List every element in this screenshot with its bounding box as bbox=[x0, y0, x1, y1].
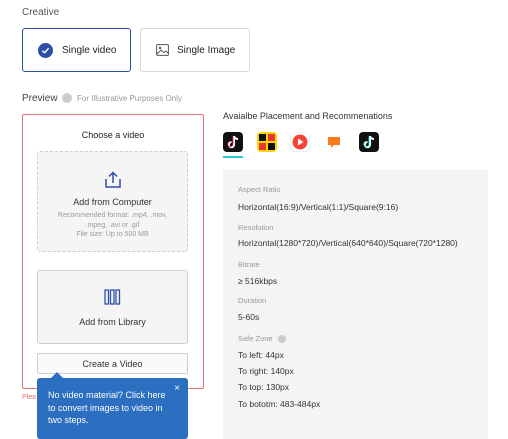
tiktok-icon bbox=[223, 132, 243, 152]
single-video-option[interactable]: Single video bbox=[22, 28, 131, 72]
news-republic-icon bbox=[324, 132, 344, 152]
creative-label: Creative bbox=[22, 7, 60, 18]
upload-icon bbox=[38, 171, 187, 194]
info-icon bbox=[62, 93, 72, 103]
safe-zone-top: To top: 130px bbox=[238, 382, 290, 392]
create-video-button[interactable]: Create a Video bbox=[37, 353, 188, 374]
choose-video-heading: Choose a video bbox=[81, 130, 145, 140]
buzzvideo-icon bbox=[290, 132, 310, 152]
bitrate-value: ≥ 516kbps bbox=[238, 276, 278, 286]
help-icon[interactable] bbox=[277, 334, 286, 343]
error-message: Plea bbox=[22, 394, 37, 401]
add-from-computer-label: Add from Computer bbox=[73, 197, 152, 207]
add-from-library-label: Add from Library bbox=[79, 317, 146, 327]
bitrate-label: Bitrate bbox=[238, 260, 260, 269]
aspect-ratio-label: Aspect Ratio bbox=[238, 185, 281, 194]
illustrative-note-text: For Illustrative Purposes Only bbox=[77, 93, 182, 103]
add-from-computer-dropzone[interactable]: Add from Computer Recommended format: .m… bbox=[37, 151, 188, 252]
selected-app-underline bbox=[223, 156, 243, 158]
safe-zone-right: To right: 140px bbox=[238, 366, 294, 376]
safe-zone-label-text: Safe Zone bbox=[238, 334, 273, 343]
add-from-library-button[interactable]: Add from Library bbox=[37, 270, 188, 344]
topbuzz-icon bbox=[257, 132, 277, 152]
convert-images-tooltip[interactable]: × No video material? Click here to conve… bbox=[37, 372, 188, 439]
preview-title: Preview bbox=[22, 93, 58, 104]
file-size-hint: File size: Up to 500 MB bbox=[76, 231, 149, 238]
duration-value: 5-60s bbox=[238, 312, 260, 322]
library-icon bbox=[38, 288, 187, 311]
safe-zone-left: To left: 44px bbox=[238, 350, 284, 360]
safe-zone-bottom: To bototm: 483-484px bbox=[238, 399, 321, 409]
image-icon bbox=[156, 44, 169, 56]
single-video-label: Single video bbox=[62, 44, 117, 56]
format-hint-line: Recommended format: .mp4, .mov, bbox=[57, 212, 168, 219]
check-icon bbox=[38, 42, 53, 58]
duration-label: Duration bbox=[238, 296, 267, 305]
format-hint-line: .mpeg, .avi or .gif bbox=[85, 221, 140, 229]
close-icon[interactable]: × bbox=[174, 383, 180, 396]
resolution-value: Horizontal(1280*720)/Vertical(640*640)/S… bbox=[238, 238, 458, 248]
aspect-ratio-value: Horizontal(16:9)/Vertical(1:1)/Square(9:… bbox=[238, 202, 399, 212]
tooltip-text: No video material? Click here to convert… bbox=[48, 390, 166, 425]
safe-zone-label: Safe Zone bbox=[238, 334, 286, 343]
illustrative-note: For Illustrative Purposes Only bbox=[62, 93, 182, 103]
placement-title: Avaialbe Placement and Recommenations bbox=[223, 111, 393, 121]
resolution-label: Resolution bbox=[238, 223, 274, 232]
single-image-option[interactable]: Single Image bbox=[140, 28, 250, 72]
tiktok-icon bbox=[359, 132, 379, 152]
single-image-label: Single Image bbox=[177, 44, 236, 56]
